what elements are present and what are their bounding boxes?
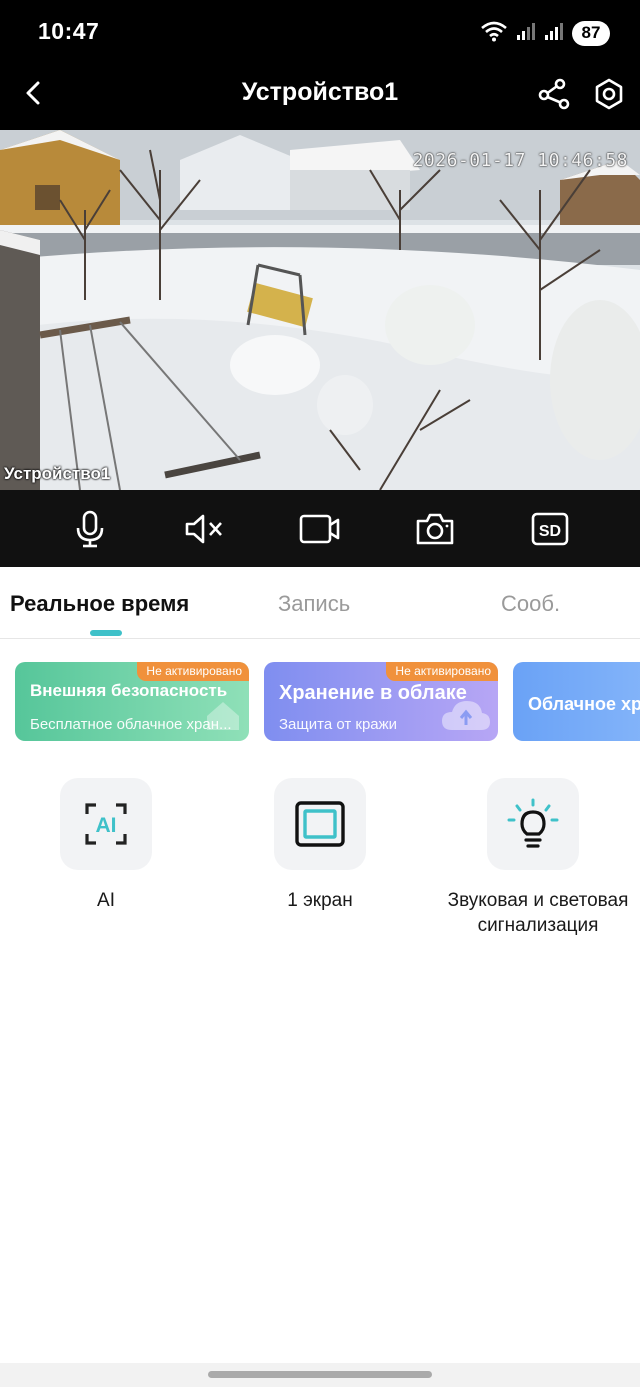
battery-indicator: 87 bbox=[572, 20, 610, 46]
status-icons: 87 bbox=[480, 20, 610, 46]
card-cloud-storage[interactable]: Не активировано Хранение в облаке Защита… bbox=[264, 662, 498, 741]
sd-icon[interactable]: SD bbox=[528, 507, 572, 551]
sd-label: SD bbox=[539, 523, 561, 540]
system-navigation-bar bbox=[0, 1363, 640, 1387]
status-bar: 10:47 87 bbox=[0, 0, 640, 64]
record-video-icon[interactable] bbox=[298, 507, 342, 551]
feature-label: 1 экран bbox=[287, 890, 353, 911]
video-device-label: Устройство1 bbox=[4, 464, 111, 483]
app-header: Устройство1 bbox=[0, 64, 640, 130]
cloud-upload-icon bbox=[440, 698, 492, 737]
feature-alarm[interactable]: Звуковая и световая сигнализация bbox=[423, 778, 640, 938]
card-outdoor-security[interactable]: Не активировано Внешняя безопасность Бес… bbox=[15, 662, 249, 741]
microphone-icon[interactable] bbox=[68, 507, 112, 551]
card-cloud-storage-2[interactable]: Облачное хр bbox=[513, 662, 640, 741]
camera-video-feed[interactable]: 2026-01-17 10:46:58 Устройство1 bbox=[0, 130, 640, 490]
feature-label: Звуковая и световая сигнализация bbox=[447, 890, 629, 936]
wifi-icon bbox=[480, 20, 508, 47]
video-controls: SD bbox=[0, 490, 640, 567]
card-subtitle: Бесплатное облачное хран... bbox=[30, 716, 232, 733]
card-subtitle: Защита от кражи bbox=[279, 716, 398, 733]
card-title: Облачное хр bbox=[528, 694, 640, 714]
share-icon[interactable] bbox=[536, 76, 572, 112]
mute-icon[interactable] bbox=[183, 507, 227, 551]
card-title: Внешняя безопасность bbox=[30, 681, 228, 700]
tab-active-indicator bbox=[90, 630, 122, 636]
status-badge: Не активировано bbox=[137, 662, 249, 681]
feature-grid: AI AI 1 экран Звуковая и световая сигнал… bbox=[0, 778, 640, 978]
settings-icon[interactable] bbox=[591, 76, 627, 112]
card-title: Хранение в облаке bbox=[279, 682, 467, 704]
signal-icon bbox=[516, 21, 536, 46]
status-time: 10:47 bbox=[38, 18, 100, 44]
alarm-light-icon bbox=[487, 778, 579, 870]
video-timestamp: 2026-01-17 10:46:58 bbox=[412, 150, 628, 171]
tab-recording[interactable]: Запись bbox=[278, 591, 350, 617]
video-scene-image bbox=[0, 130, 640, 490]
feature-label: AI bbox=[97, 890, 115, 911]
signal-icon bbox=[544, 21, 564, 46]
feature-ai[interactable]: AI AI bbox=[0, 778, 216, 913]
status-badge: Не активировано bbox=[386, 662, 498, 681]
single-screen-icon bbox=[274, 778, 366, 870]
svg-text:AI: AI bbox=[96, 814, 117, 837]
service-cards: Не активировано Внешняя безопасность Бес… bbox=[0, 662, 640, 742]
house-icon bbox=[203, 698, 243, 737]
back-arrow-icon[interactable] bbox=[16, 76, 50, 110]
tab-messages[interactable]: Сооб. bbox=[501, 591, 560, 617]
page-title: Устройство1 bbox=[241, 78, 399, 106]
ai-icon: AI bbox=[60, 778, 152, 870]
home-indicator[interactable] bbox=[208, 1371, 432, 1378]
tab-realtime[interactable]: Реальное время bbox=[10, 591, 189, 617]
feature-single-screen[interactable]: 1 экран bbox=[210, 778, 430, 913]
camera-icon[interactable] bbox=[413, 507, 457, 551]
tab-bar: Реальное время Запись Сооб. bbox=[0, 567, 640, 639]
